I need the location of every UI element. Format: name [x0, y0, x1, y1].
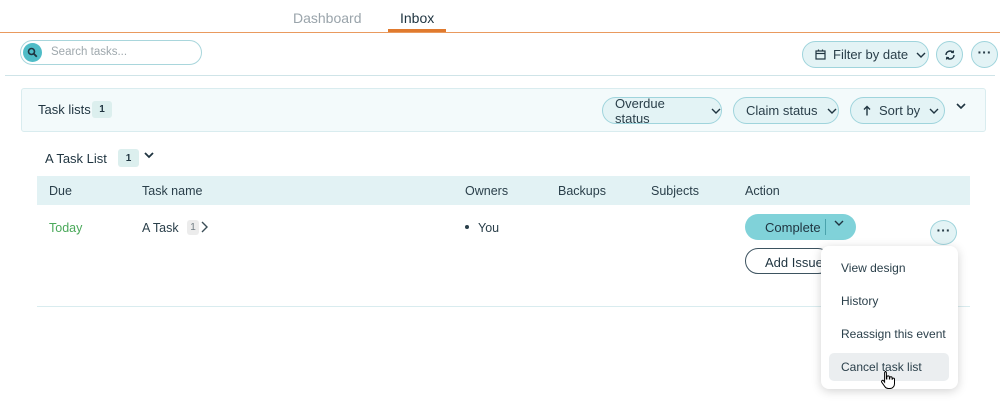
tab-bar: Dashboard Inbox — [0, 0, 1000, 33]
chevron-down-icon — [711, 108, 721, 114]
chevron-down-icon — [827, 108, 837, 114]
claim-status-label: Claim status — [746, 103, 818, 118]
complete-button[interactable]: Complete — [745, 214, 856, 240]
search-icon — [23, 43, 42, 62]
more-options-button[interactable]: ··· — [971, 41, 998, 68]
claim-status-dropdown[interactable]: Claim status — [733, 97, 839, 124]
overdue-status-label: Overdue status — [615, 95, 665, 126]
column-header-owners: Owners — [465, 184, 509, 198]
overdue-status-dropdown[interactable]: Overdue status — [602, 95, 722, 126]
arrow-up-icon — [863, 105, 871, 116]
filter-by-date-button[interactable]: Filter by date — [802, 41, 929, 68]
search-placeholder: Search tasks... — [51, 46, 128, 58]
column-header-backups: Backups — [558, 184, 606, 198]
task-lists-bar: Task lists 1 Overdue status Claim status… — [21, 88, 986, 132]
sort-by-dropdown[interactable]: Sort by — [850, 97, 945, 124]
split-divider — [825, 219, 826, 235]
more-horizontal-icon: ··· — [936, 221, 951, 238]
active-tab-indicator — [388, 29, 446, 32]
expand-chevron-icon[interactable] — [956, 103, 966, 109]
task-count-badge: 1 — [187, 220, 199, 235]
chevron-down-icon — [929, 108, 939, 114]
chevron-down-icon[interactable] — [834, 220, 844, 226]
table-header: Due Task name Owners Backups Subjects Ac… — [37, 176, 970, 205]
tab-dashboard[interactable]: Dashboard — [293, 10, 362, 26]
task-list-count-badge: 1 — [118, 149, 139, 167]
task-lists-count-badge: 1 — [92, 101, 112, 118]
chevron-down-icon — [916, 52, 926, 58]
complete-label: Complete — [765, 220, 821, 235]
row-more-options-button[interactable]: ··· — [930, 220, 957, 245]
sort-by-label: Sort by — [879, 103, 921, 118]
column-header-action: Action — [745, 184, 780, 198]
tab-inbox[interactable]: Inbox — [400, 10, 434, 26]
menu-item-history[interactable]: History — [829, 287, 949, 315]
due-date: Today — [49, 221, 83, 235]
refresh-icon — [944, 49, 956, 61]
column-header-subjects: Subjects — [651, 184, 699, 198]
calendar-icon — [815, 49, 826, 60]
menu-item-reassign[interactable]: Reassign this event — [829, 320, 949, 348]
chevron-right-icon[interactable] — [201, 221, 208, 233]
task-lists-title: Task lists — [38, 102, 91, 117]
add-issue-label: Add Issue — [765, 255, 823, 270]
filter-by-date-label: Filter by date — [833, 47, 909, 62]
search-input[interactable]: Search tasks... — [20, 40, 202, 65]
more-horizontal-icon: ··· — [977, 43, 992, 60]
divider — [5, 75, 995, 76]
task-list-name: A Task List — [45, 151, 107, 166]
column-header-task-name: Task name — [142, 184, 203, 198]
refresh-button[interactable] — [936, 41, 963, 68]
menu-item-view-design[interactable]: View design — [829, 254, 949, 282]
task-name-link[interactable]: A Task — [142, 221, 179, 235]
add-issue-button[interactable]: Add Issue — [745, 248, 831, 274]
hand-cursor-icon — [880, 370, 896, 393]
column-header-due: Due — [49, 184, 72, 198]
row-actions-menu: View design History Reassign this event … — [821, 246, 958, 389]
chevron-down-icon[interactable] — [144, 152, 154, 159]
owner-list-item: You — [465, 221, 499, 235]
